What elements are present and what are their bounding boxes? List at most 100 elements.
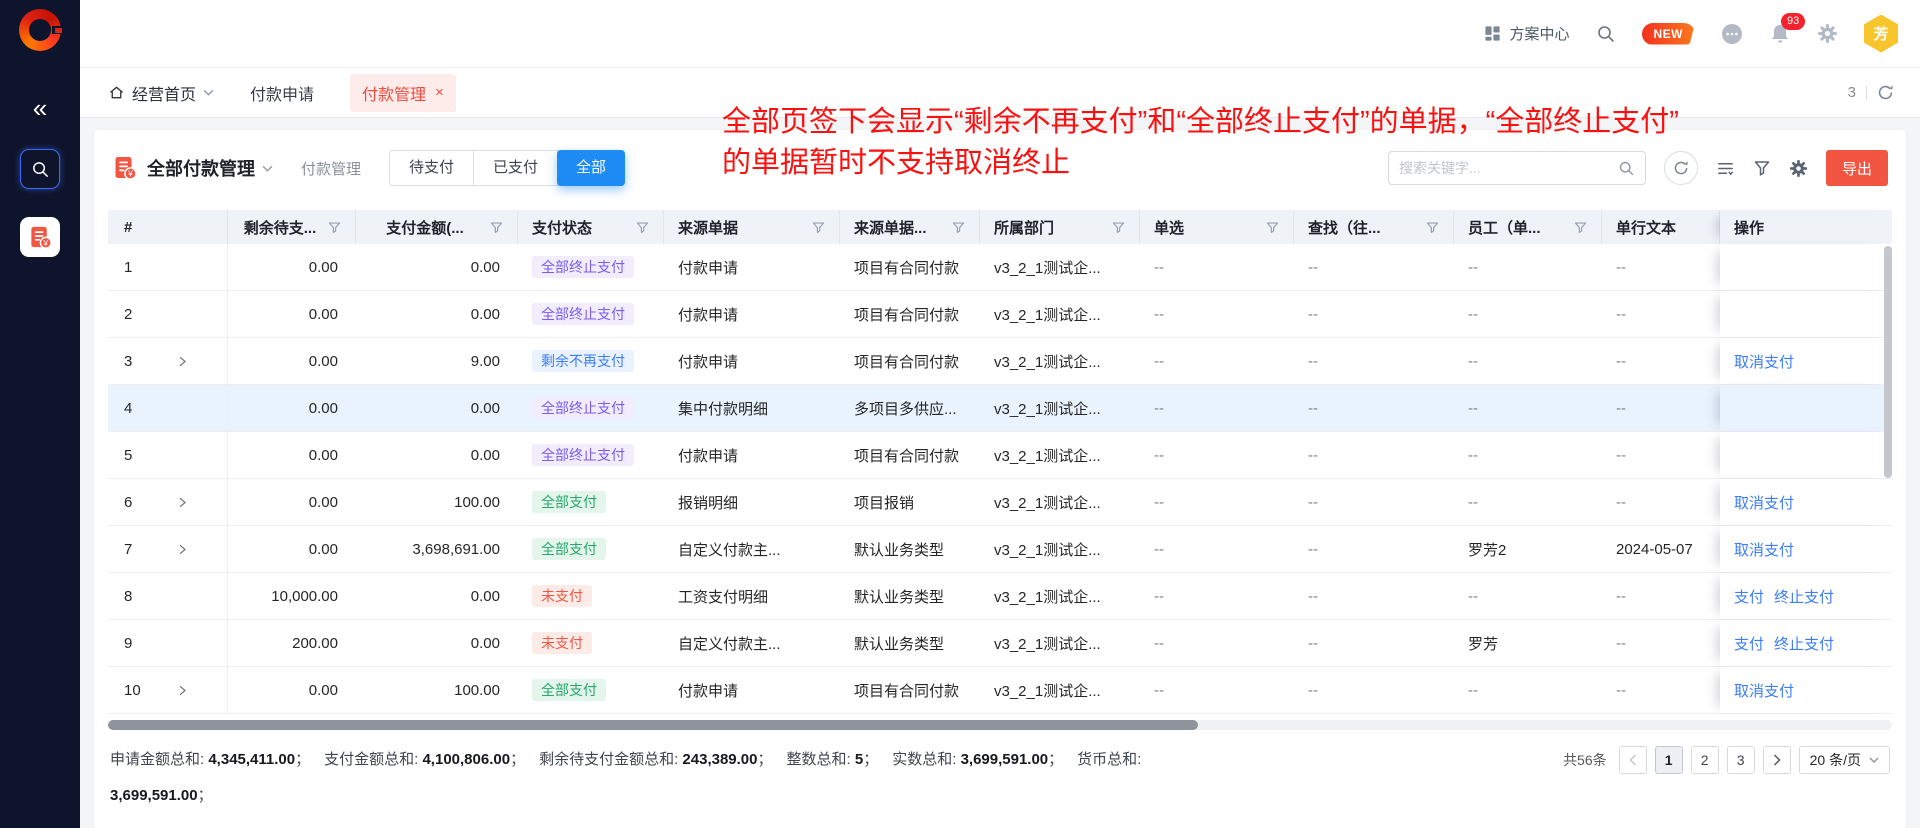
page-size-select[interactable]: 20 条/页 [1799,746,1890,774]
notifications-button[interactable]: 93 [1769,23,1791,45]
column-header-index[interactable]: # [108,210,228,244]
column-header-remaining[interactable]: 剩余待支... [228,210,356,244]
column-header-dept[interactable]: 所属部门 [980,210,1140,244]
cell-status: 未支付 [518,573,664,619]
vertical-scrollbar-thumb[interactable] [1884,246,1892,478]
messages-icon[interactable] [1721,23,1743,45]
export-button[interactable]: 导出 [1826,150,1888,186]
page-button-1[interactable]: 1 [1655,746,1683,774]
avatar[interactable]: 芳 [1864,15,1898,53]
filter-icon[interactable] [952,221,965,234]
cell-status: 未支付 [518,620,664,666]
action-终止支付[interactable]: 终止支付 [1774,586,1834,607]
prev-page-button[interactable] [1619,746,1647,774]
column-header-lookup[interactable]: 查找（往... [1294,210,1454,244]
filter-icon[interactable] [1266,221,1279,234]
next-page-button[interactable] [1763,746,1791,774]
filter-icon[interactable] [1426,221,1439,234]
filter-icon[interactable] [1753,159,1771,177]
column-settings-gear-icon[interactable] [1789,159,1808,178]
table-row-10[interactable]: 100.00100.00全部支付付款申请项目有合同付款v3_2_1测试企...-… [108,667,1892,714]
segment-全部[interactable]: 全部 [557,150,625,186]
table-row-8[interactable]: 810,000.000.00未支付工资支付明细默认业务类型v3_2_1测试企..… [108,573,1892,620]
tab-付款申请[interactable]: 付款申请 [250,81,314,105]
expand-icon[interactable] [178,544,187,555]
filter-icon[interactable] [490,221,503,234]
segment-待支付[interactable]: 待支付 [390,151,474,185]
table-row-3[interactable]: 30.009.00剩余不再支付付款申请项目有合同付款v3_2_1测试企...--… [108,338,1892,385]
home-breadcrumb[interactable]: 经营首页 [108,81,214,105]
filter-icon[interactable] [328,221,341,234]
cell-source: 报销明细 [664,479,840,525]
row-index: 2 [124,306,164,323]
cell-status: 全部终止支付 [518,291,664,337]
table-row-9[interactable]: 9200.000.00未支付自定义付款主...默认业务类型v3_2_1测试企..… [108,620,1892,667]
action-取消支付[interactable]: 取消支付 [1734,539,1794,560]
table-row-1[interactable]: 10.000.00全部终止支付付款申请项目有合同付款v3_2_1测试企...--… [108,244,1892,291]
cell-source_type: 默认业务类型 [840,573,980,619]
action-取消支付[interactable]: 取消支付 [1734,492,1794,513]
column-header-employee[interactable]: 员工（单... [1454,210,1602,244]
content: ¥ 全部付款管理 付款管理 待支付已支付全部 [80,118,1920,828]
search-input[interactable] [1399,160,1618,176]
cell-lookup: -- [1294,667,1454,713]
horizontal-scrollbar[interactable] [108,720,1892,730]
sidebar-payment-app-button[interactable]: ¥ [20,217,60,257]
tab-付款管理[interactable]: 付款管理× [350,74,456,112]
table-row-6[interactable]: 60.00100.00全部支付报销明细项目报销v3_2_1测试企...-----… [108,479,1892,526]
cell-index: 5 [108,432,228,478]
action-支付[interactable]: 支付 [1734,586,1764,607]
cell-source_type: 默认业务类型 [840,620,980,666]
global-search-icon[interactable] [1596,24,1616,44]
table-row-7[interactable]: 70.003,698,691.00全部支付自定义付款主...默认业务类型v3_2… [108,526,1892,573]
column-header-actions[interactable]: 操作 [1720,210,1892,244]
table-row-2[interactable]: 20.000.00全部终止支付付款申请项目有合同付款v3_2_1测试企...--… [108,291,1892,338]
column-header-source[interactable]: 来源单据 [664,210,840,244]
cell-status: 全部终止支付 [518,244,664,290]
tab-close-icon[interactable]: × [435,85,444,100]
cell-text: -- [1602,432,1720,478]
app-logo-icon[interactable] [19,9,61,51]
column-header-paid[interactable]: 支付金额(... [356,210,518,244]
view-sublabel[interactable]: 付款管理 [301,158,361,179]
table-row-5[interactable]: 50.000.00全部终止支付付款申请项目有合同付款v3_2_1测试企...--… [108,432,1892,479]
filter-icon[interactable] [1112,221,1125,234]
column-header-radio[interactable]: 单选 [1140,210,1294,244]
filter-icon[interactable] [636,221,649,234]
sidebar-search-button[interactable] [20,149,60,189]
view-title[interactable]: 全部付款管理 [147,155,255,181]
column-header-status[interactable]: 支付状态 [518,210,664,244]
solution-center-button[interactable]: 方案中心 [1484,23,1569,44]
status-badge: 剩余不再支付 [532,350,634,372]
page-button-2[interactable]: 2 [1691,746,1719,774]
settings-gear-icon[interactable] [1817,23,1838,44]
action-支付[interactable]: 支付 [1734,633,1764,654]
column-header-source_type[interactable]: 来源单据... [840,210,980,244]
page-button-3[interactable]: 3 [1727,746,1755,774]
expand-icon[interactable] [178,497,187,508]
refresh-icon[interactable] [1877,84,1894,101]
row-index: 1 [124,259,164,276]
chevron-down-icon[interactable] [262,165,273,172]
display-density-icon[interactable] [1716,159,1735,178]
column-label: 查找（往... [1308,217,1381,238]
action-取消支付[interactable]: 取消支付 [1734,351,1794,372]
action-取消支付[interactable]: 取消支付 [1734,680,1794,701]
table-row-4[interactable]: 40.000.00全部终止支付集中付款明细多项目多供应...v3_2_1测试企.… [108,385,1892,432]
cell-source_type: 多项目多供应... [840,385,980,431]
sidebar-collapse-button[interactable]: « [33,95,47,121]
vertical-scrollbar[interactable] [1884,244,1892,714]
expand-icon[interactable] [178,356,187,367]
expand-icon[interactable] [178,685,187,696]
segment-已支付[interactable]: 已支付 [474,151,558,185]
column-header-text[interactable]: 单行文本 [1602,210,1720,244]
new-badge[interactable]: NEW [1642,23,1696,45]
action-终止支付[interactable]: 终止支付 [1774,633,1834,654]
search-icon[interactable] [1618,160,1635,177]
column-label: 单选 [1154,217,1184,238]
filter-icon[interactable] [1574,221,1587,234]
refresh-button[interactable] [1664,151,1698,185]
horizontal-scrollbar-thumb[interactable] [108,720,1198,730]
cell-paid: 0.00 [356,432,518,478]
filter-icon[interactable] [812,221,825,234]
